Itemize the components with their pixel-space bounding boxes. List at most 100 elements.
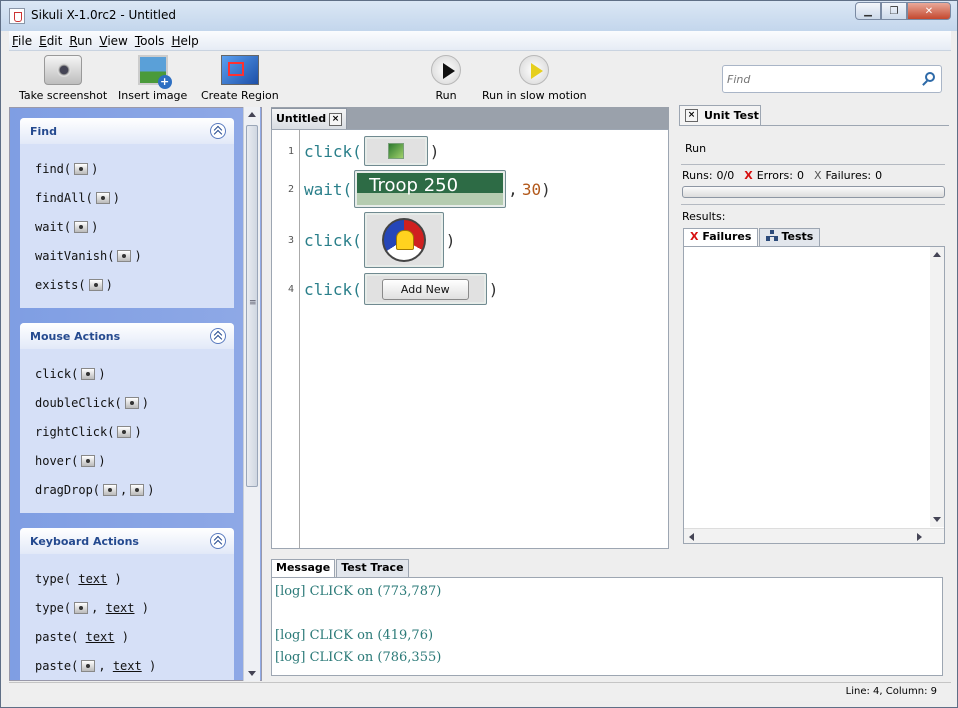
minimize-button[interactable]: ▁	[855, 2, 881, 20]
code-line-4[interactable]: 4 click( Add New )	[272, 273, 498, 305]
tab-untitled[interactable]: Untitled ×	[271, 108, 347, 129]
close-icon[interactable]: ×	[329, 113, 342, 126]
search-icon[interactable]	[925, 72, 935, 82]
divider	[681, 204, 945, 205]
cmd-type-text[interactable]: type( text )	[35, 564, 234, 593]
cmd-end: )	[147, 482, 155, 497]
log-line: [log] CLICK on (419,76)	[275, 628, 434, 643]
tab-failures-label: Failures	[702, 230, 752, 243]
maximize-button[interactable]: ❐	[881, 2, 907, 20]
menu-bar: File Edit Run View Tools Help	[9, 31, 951, 51]
search-box	[722, 65, 942, 93]
close-button[interactable]: ✕	[907, 2, 951, 20]
scroll-down-icon[interactable]	[248, 671, 256, 676]
menu-help[interactable]: Help	[171, 34, 198, 48]
cmd-end: )	[98, 453, 106, 468]
cmd-end: )	[105, 277, 113, 292]
keyboard-actions-title: Keyboard Actions	[30, 534, 139, 548]
tab-message[interactable]: Message	[271, 559, 336, 577]
cmd-end: )	[134, 248, 142, 263]
function-name: wait(	[304, 179, 353, 199]
cmd-sep: ,	[98, 658, 106, 673]
run-slow-label: Run in slow motion	[482, 89, 587, 102]
close-icon[interactable]: ×	[685, 109, 698, 122]
tab-unit-test[interactable]: × Unit Test	[679, 105, 761, 126]
tab-test-trace[interactable]: Test Trace	[336, 559, 409, 577]
image-pattern[interactable]	[363, 136, 428, 166]
cmd-wait[interactable]: wait()	[35, 212, 234, 241]
command-panel: Find find() findAll() wait() waitVanish(…	[9, 107, 262, 681]
code-editor[interactable]: 1 click( ) 2 wait( Troop 250 , 30 ) 3 cl…	[271, 129, 669, 549]
message-log[interactable]: [log] CLICK on (773,787) [log] CLICK on …	[271, 577, 943, 676]
camera-icon	[44, 55, 83, 85]
cmd-paste-image-text[interactable]: paste(, text )	[35, 651, 234, 680]
mouse-actions-title: Mouse Actions	[30, 329, 121, 343]
camera-icon	[81, 659, 96, 672]
message-tabs: Message Test Trace	[271, 559, 410, 577]
collapse-icon[interactable]	[210, 328, 226, 344]
run-button[interactable]: Run	[431, 55, 461, 102]
failure-x-icon: X	[690, 230, 699, 243]
insert-image-label: Insert image	[118, 89, 188, 102]
cmd-end: )	[134, 424, 142, 439]
cmd-wait-vanish[interactable]: waitVanish()	[35, 241, 234, 270]
cmd-paste-text[interactable]: paste( text )	[35, 622, 234, 651]
menu-tools[interactable]: Tools	[135, 34, 165, 48]
menu-run[interactable]: Run	[69, 34, 92, 48]
menu-edit[interactable]: Edit	[39, 34, 62, 48]
find-section-header[interactable]: Find	[20, 118, 234, 144]
mouse-command-list: click() doubleClick() rightClick() hover…	[20, 349, 234, 506]
cmd-find[interactable]: find()	[35, 154, 234, 183]
scroll-up-icon[interactable]	[933, 252, 941, 257]
create-region-button[interactable]: Create Region	[201, 55, 279, 102]
run-slow-motion-button[interactable]: Run in slow motion	[482, 55, 587, 102]
results-vertical-scrollbar[interactable]	[930, 247, 944, 527]
menu-view[interactable]: View	[99, 34, 127, 48]
code-line-3[interactable]: 3 click( )	[272, 212, 455, 268]
results-list[interactable]	[683, 246, 945, 544]
code-line-2[interactable]: 2 wait( Troop 250 , 30 )	[272, 170, 551, 208]
scrollbar-thumb[interactable]: ≡	[246, 125, 258, 487]
cmd-hover[interactable]: hover()	[35, 446, 234, 475]
camera-icon	[95, 191, 110, 204]
cmd-find-all[interactable]: findAll()	[35, 183, 234, 212]
command-panel-scrollbar[interactable]: ≡	[243, 107, 260, 681]
failures-label: Failures:	[825, 169, 872, 182]
keyboard-actions-header[interactable]: Keyboard Actions	[20, 528, 234, 554]
failure-icon: X	[813, 169, 822, 182]
collapse-icon[interactable]	[210, 533, 226, 549]
results-horizontal-scrollbar[interactable]	[684, 528, 944, 543]
image-pattern[interactable]	[363, 212, 444, 268]
cmd-fn: exists(	[35, 277, 86, 292]
scroll-up-icon[interactable]	[248, 112, 256, 117]
insert-image-button[interactable]: Insert image	[118, 55, 187, 102]
cmd-exists[interactable]: exists()	[35, 270, 234, 299]
find-section: Find find() findAll() wait() waitVanish(…	[20, 118, 234, 308]
cmd-fn: doubleClick(	[35, 395, 122, 410]
test-progress-bar	[682, 186, 945, 198]
cmd-fn: paste(	[35, 658, 79, 673]
image-pattern[interactable]: Troop 250	[354, 170, 507, 208]
cmd-type-image-text[interactable]: type(, text )	[35, 593, 234, 622]
cmd-right-click[interactable]: rightClick()	[35, 417, 234, 446]
tab-tests[interactable]: Tests	[759, 228, 821, 246]
collapse-icon[interactable]	[210, 123, 226, 139]
mouse-actions-header[interactable]: Mouse Actions	[20, 323, 234, 349]
cmd-drag-drop[interactable]: dragDrop(,)	[35, 475, 234, 504]
cmd-click[interactable]: click()	[35, 359, 234, 388]
scroll-down-icon[interactable]	[933, 517, 941, 522]
cmd-fn: waitVanish(	[35, 248, 115, 263]
search-input[interactable]	[727, 67, 907, 91]
scroll-left-icon[interactable]	[689, 533, 694, 541]
unit-test-run-button[interactable]: Run	[685, 142, 706, 155]
code-line-1[interactable]: 1 click( )	[272, 136, 439, 166]
camera-icon	[74, 220, 89, 233]
image-pattern[interactable]: Add New	[363, 273, 487, 305]
menu-file[interactable]: File	[12, 34, 32, 48]
tab-failures[interactable]: X Failures	[683, 228, 759, 246]
find-section-title: Find	[30, 124, 57, 138]
take-screenshot-button[interactable]: Take screenshot	[19, 55, 107, 102]
cursor-position: Line: 4, Column: 9	[845, 686, 937, 697]
scroll-right-icon[interactable]	[917, 533, 922, 541]
cmd-double-click[interactable]: doubleClick()	[35, 388, 234, 417]
